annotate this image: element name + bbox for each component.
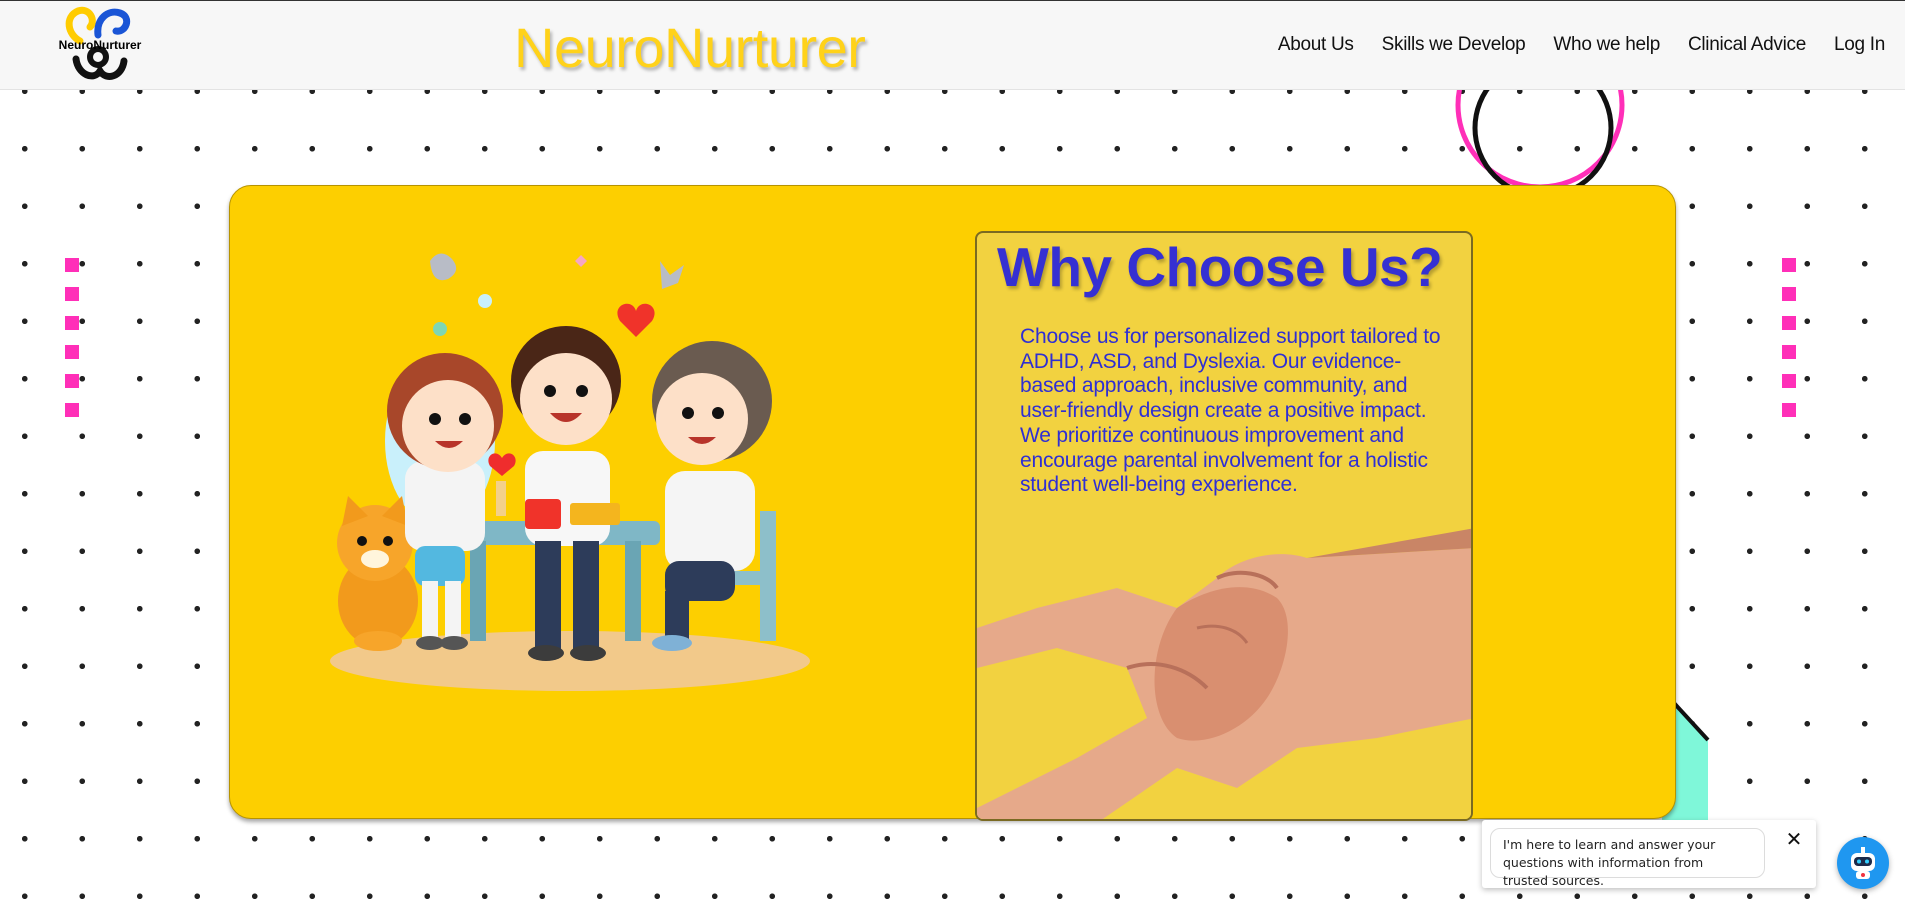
chat-message: I'm here to learn and answer your questi… xyxy=(1490,828,1765,888)
logo-text: NeuroNurturer xyxy=(58,38,142,52)
nav-who-we-help[interactable]: Who we help xyxy=(1553,34,1660,56)
brand-title: NeuroNurturer xyxy=(514,16,866,79)
chat-popup: I'm here to learn and answer your questi… xyxy=(1482,820,1816,888)
nav-clinical-advice[interactable]: Clinical Advice xyxy=(1688,34,1806,56)
why-choose-us-panel: Why Choose Us? Choose us for personalize… xyxy=(975,231,1473,821)
close-icon[interactable]: ✕ xyxy=(1784,829,1804,850)
why-choose-us-title: Why Choose Us? xyxy=(997,236,1443,298)
why-choose-us-card: Why Choose Us? Choose us for personalize… xyxy=(229,185,1676,821)
site-logo[interactable]: NeuroNurturer xyxy=(50,5,150,87)
nav-log-in[interactable]: Log In xyxy=(1834,34,1885,56)
nav-skills[interactable]: Skills we Develop xyxy=(1382,34,1526,56)
chat-bot-button[interactable] xyxy=(1837,837,1889,889)
decorative-pink-squares-right xyxy=(1782,258,1796,432)
site-header: NeuroNurturer NeuroNurturer About Us Ski… xyxy=(0,0,1905,90)
nav-about-us[interactable]: About Us xyxy=(1278,34,1354,56)
robot-icon xyxy=(1851,847,1875,879)
kids-illustration xyxy=(330,253,810,691)
why-choose-us-text: Choose us for personalized support tailo… xyxy=(1020,325,1441,497)
main-nav: About Us Skills we Develop Who we help C… xyxy=(1278,34,1885,56)
holding-hands-photo xyxy=(977,518,1471,819)
decorative-pink-squares-left xyxy=(65,258,79,432)
